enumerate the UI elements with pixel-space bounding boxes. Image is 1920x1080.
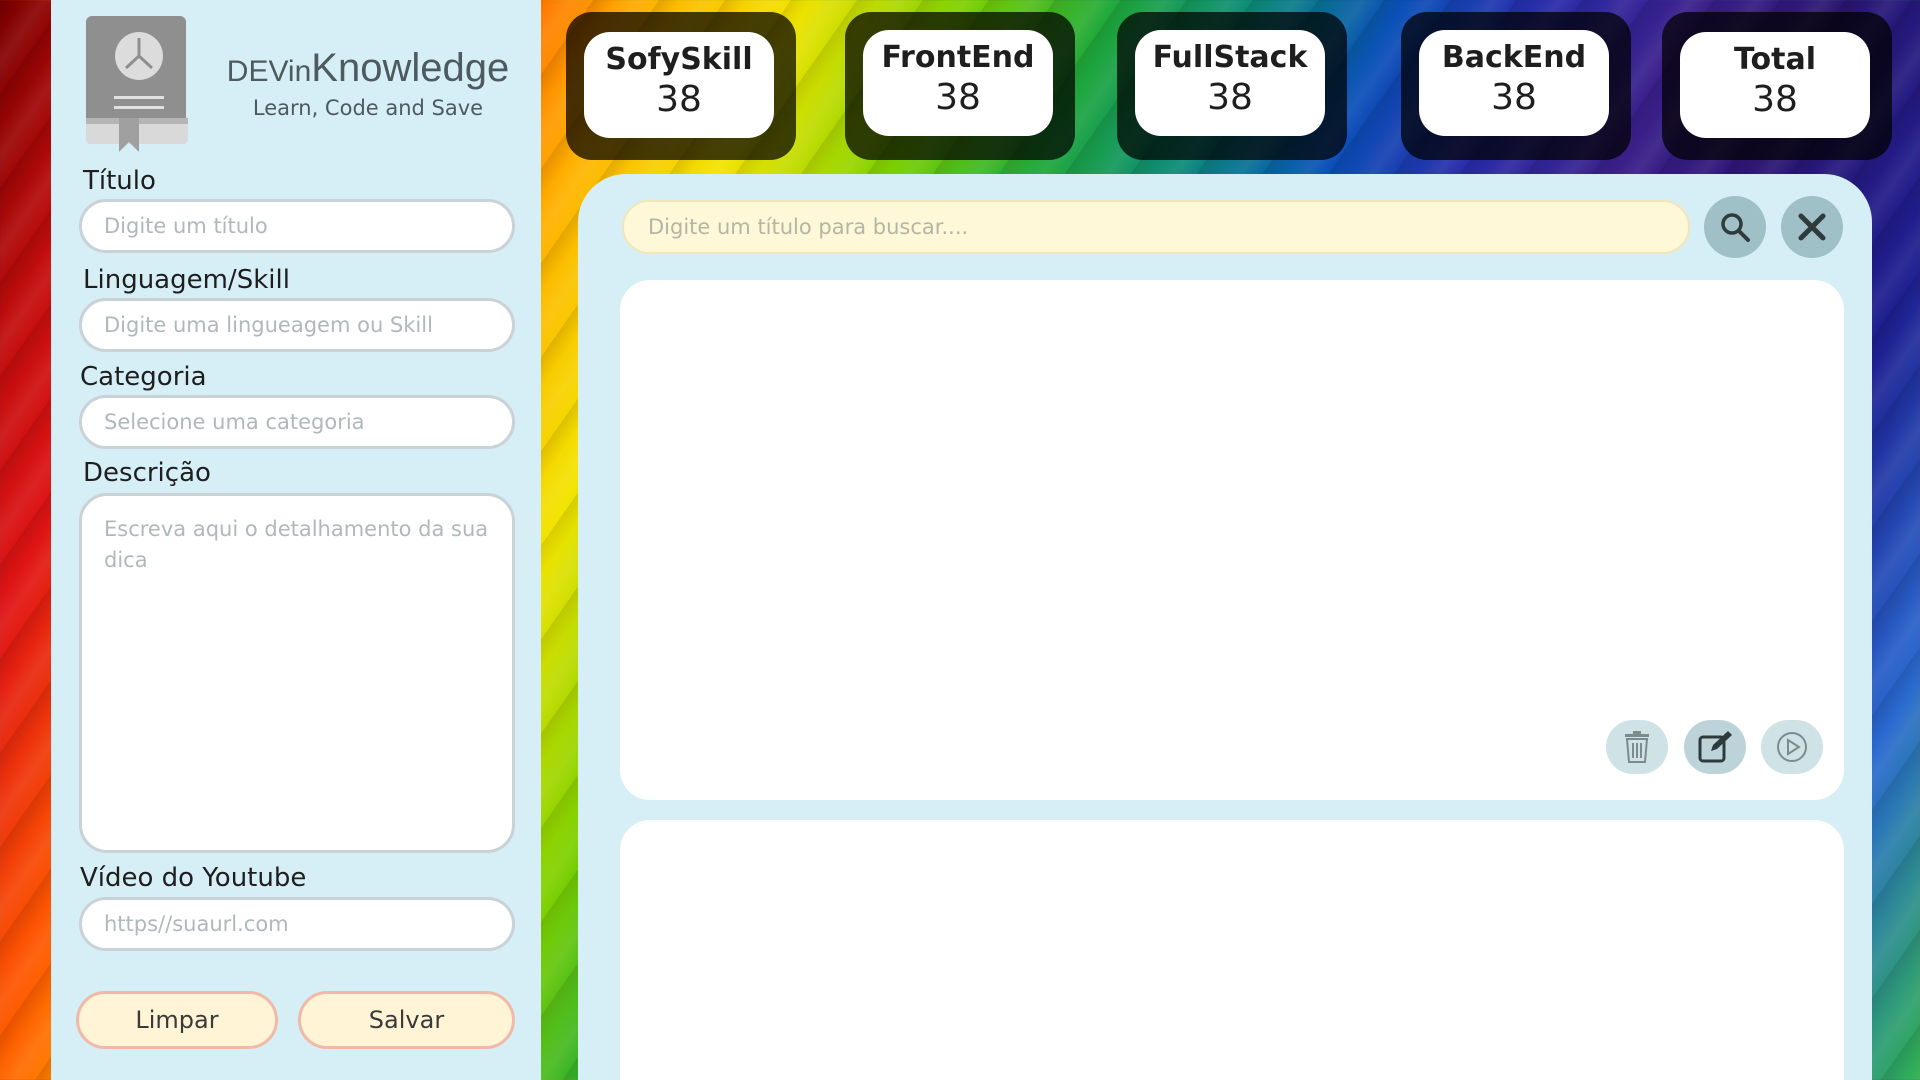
stat-title: SofySkill	[605, 42, 753, 77]
descricao-label: Descrição	[83, 458, 211, 488]
stat-title: BackEnd	[1441, 40, 1587, 75]
linguagem-input[interactable]: Digite uma lingueagem ou Skill	[79, 298, 515, 352]
descricao-textarea[interactable]: Escreva aqui o detalhamento da sua dica	[79, 493, 515, 853]
brand-title: DEVinKnowledge	[203, 46, 533, 91]
salvar-button[interactable]: Salvar	[298, 991, 515, 1049]
close-icon	[1798, 213, 1826, 241]
categoria-select[interactable]: Selecione uma categoria	[79, 395, 515, 449]
brand-tagline: Learn, Code and Save	[252, 96, 484, 120]
stat-title: Total	[1734, 42, 1816, 77]
stat-card-fullstack: FullStack 38	[1117, 12, 1347, 160]
delete-button[interactable]	[1606, 720, 1668, 774]
trash-icon	[1625, 731, 1649, 763]
tip-card	[620, 820, 1844, 1080]
linguagem-label: Linguagem/Skill	[83, 265, 290, 295]
stat-value: 38	[1207, 77, 1253, 118]
stat-value: 38	[656, 79, 702, 120]
titulo-input[interactable]: Digite um título	[79, 199, 515, 253]
titulo-label: Título	[83, 166, 156, 196]
limpar-button[interactable]: Limpar	[76, 991, 278, 1049]
edit-button[interactable]	[1684, 720, 1746, 774]
stat-value: 38	[1491, 77, 1537, 118]
stat-card-total: Total 38	[1662, 12, 1892, 160]
video-url-input[interactable]: https//suaurl.com	[79, 897, 515, 951]
stat-value: 38	[1752, 79, 1798, 120]
video-label: Vídeo do Youtube	[80, 863, 307, 893]
stat-title: FrontEnd	[881, 40, 1035, 75]
play-icon	[1777, 732, 1807, 762]
brand-name: Knowledge	[311, 46, 510, 90]
sidebar-form: DEVinKnowledge Learn, Code and Save Títu…	[51, 0, 541, 1080]
categoria-label: Categoria	[80, 362, 207, 392]
stat-title: FullStack	[1152, 40, 1308, 75]
search-icon	[1721, 213, 1750, 242]
play-video-button[interactable]	[1761, 720, 1823, 774]
edit-icon	[1698, 731, 1732, 763]
stat-card-frontend: FrontEnd 38	[845, 12, 1075, 160]
tips-panel: Digite um título para buscar....	[578, 174, 1872, 1080]
stat-card-backend: BackEnd 38	[1401, 12, 1631, 160]
tip-card	[620, 280, 1844, 800]
stat-value: 38	[935, 77, 981, 118]
stat-card-sofyskill: SofySkill 38	[566, 12, 796, 160]
brand-prefix: DEVin	[226, 55, 312, 88]
book-icon	[86, 16, 188, 152]
clear-search-button[interactable]	[1781, 196, 1843, 258]
search-input[interactable]: Digite um título para buscar....	[622, 200, 1690, 254]
search-button[interactable]	[1704, 196, 1766, 258]
